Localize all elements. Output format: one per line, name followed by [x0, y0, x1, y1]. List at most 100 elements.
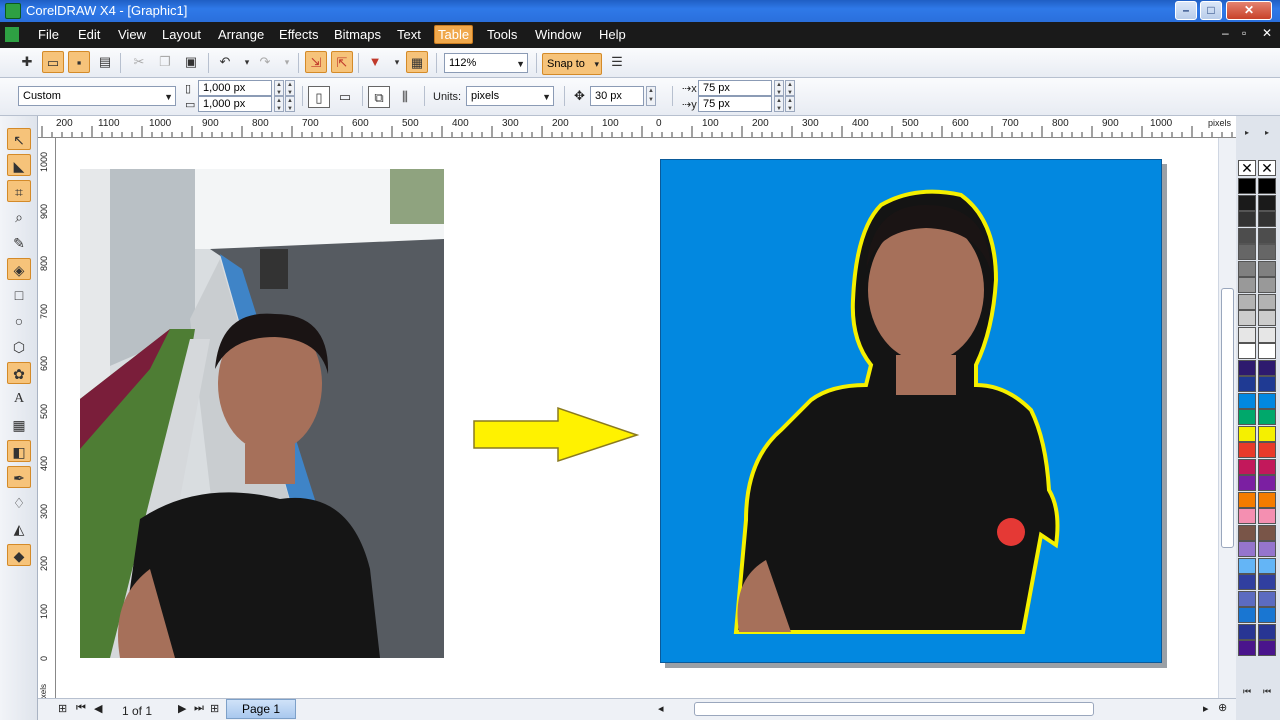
minimize-button[interactable]: – — [1175, 1, 1197, 20]
color-swatch[interactable] — [1258, 475, 1276, 491]
duplicate-x-arrow[interactable]: ▲ ▼ — [785, 80, 795, 96]
menu-view[interactable]: View — [118, 27, 146, 42]
color-swatch[interactable] — [1258, 623, 1276, 640]
paste-icon[interactable]: ▣ — [180, 51, 202, 73]
menu-tools[interactable]: Tools — [487, 27, 517, 42]
import-icon[interactable]: ⇲ — [305, 51, 327, 73]
page-width-lock[interactable]: ▲ ▼ — [285, 80, 295, 96]
all-pages-icon[interactable]: ⧉ — [368, 86, 390, 108]
duplicate-x-spinner[interactable]: ▲ ▼ — [774, 80, 784, 96]
color-swatch[interactable] — [1258, 640, 1276, 656]
outline-pen-tool-icon[interactable]: ♢ — [7, 492, 31, 514]
color-swatch[interactable] — [1238, 640, 1256, 656]
menu-table[interactable]: Table — [434, 25, 474, 44]
undo-icon[interactable]: ↶ — [214, 51, 236, 73]
pick-tool-icon[interactable]: ↖ — [7, 128, 31, 150]
vertical-scrollbar[interactable] — [1218, 138, 1236, 698]
page-width-spinner[interactable]: ▲ ▼ — [274, 80, 284, 96]
color-swatch[interactable] — [1258, 326, 1276, 343]
color-swatch[interactable] — [1238, 277, 1256, 293]
previous-page-icon[interactable]: ◀ — [94, 702, 102, 715]
color-swatch[interactable] — [1238, 178, 1256, 194]
color-swatch[interactable] — [1238, 260, 1256, 277]
interactive-fill-tool-icon[interactable]: ◆ — [7, 544, 31, 566]
page-height-lock[interactable]: ▲ ▼ — [285, 96, 295, 112]
cut-icon[interactable]: ✂ — [128, 51, 150, 73]
eyedropper-tool-icon[interactable]: ✒ — [7, 466, 31, 488]
color-swatch[interactable] — [1238, 508, 1256, 524]
color-swatch[interactable] — [1238, 623, 1256, 640]
color-swatch[interactable] — [1258, 178, 1276, 194]
application-launcher-icon[interactable]: ▼ — [364, 51, 386, 73]
color-swatch[interactable] — [1258, 359, 1276, 376]
doc-close-button[interactable]: ✕ — [1262, 26, 1272, 40]
scrollbar-thumb[interactable] — [1221, 288, 1234, 548]
color-swatch[interactable] — [1258, 343, 1276, 359]
color-swatch[interactable] — [1238, 574, 1256, 590]
color-swatch[interactable] — [1258, 524, 1276, 541]
first-page-icon[interactable]: ⏮ — [76, 702, 86, 715]
color-swatch[interactable] — [1258, 409, 1276, 425]
fill-tool-icon[interactable]: ◭ — [7, 518, 31, 540]
units-dropdown[interactable]: pixels ▼ — [466, 86, 554, 106]
scroll-right-icon[interactable]: ▸ — [1203, 702, 1209, 715]
basic-shapes-tool-icon[interactable]: ✿ — [7, 362, 31, 384]
menu-effects[interactable]: Effects — [279, 27, 319, 42]
freehand-tool-icon[interactable]: ✎ — [7, 232, 31, 254]
redo-dropdown-icon[interactable]: ▾ — [276, 51, 298, 73]
color-swatch[interactable] — [1238, 524, 1256, 541]
color-swatch[interactable] — [1238, 409, 1256, 425]
color-swatch[interactable] — [1238, 343, 1256, 359]
menu-edit[interactable]: Edit — [78, 27, 100, 42]
coreldraw-app-icon[interactable] — [5, 3, 21, 19]
page-height-input[interactable]: 1,000 px — [198, 96, 272, 112]
redo-icon[interactable]: ↷ — [254, 51, 276, 73]
document-icon[interactable] — [5, 27, 19, 42]
palette-expand-icon[interactable]: ⏮ — [1260, 684, 1274, 698]
horizontal-scrollbar[interactable]: ◂ ▸ — [658, 702, 1218, 717]
color-swatch[interactable] — [1238, 293, 1256, 310]
duplicate-y-spinner[interactable]: ▲ ▼ — [774, 96, 784, 112]
color-swatch[interactable] — [1238, 376, 1256, 392]
duplicate-y-input[interactable]: 75 px — [698, 96, 772, 112]
color-swatch[interactable] — [1238, 458, 1256, 475]
page-width-input[interactable]: 1,000 px — [198, 80, 272, 96]
color-swatch[interactable] — [1258, 590, 1276, 607]
palette-expand-icon[interactable]: ⏮ — [1240, 684, 1254, 698]
color-swatch[interactable] — [1238, 557, 1256, 574]
zoom-tool-icon[interactable]: ⌕ — [7, 206, 31, 228]
color-swatch[interactable] — [1258, 607, 1276, 623]
color-swatch[interactable] — [1258, 277, 1276, 293]
save-icon[interactable]: ▪ — [68, 51, 90, 73]
smart-fill-tool-icon[interactable]: ◈ — [7, 258, 31, 280]
color-swatch[interactable] — [1258, 376, 1276, 392]
export-icon[interactable]: ⇱ — [331, 51, 353, 73]
color-swatch[interactable] — [1258, 442, 1276, 458]
palette-scroll-up-icon[interactable]: ▸ — [1240, 126, 1254, 140]
open-folder-icon[interactable]: ▭ — [42, 51, 64, 73]
menu-bitmaps[interactable]: Bitmaps — [334, 27, 381, 42]
shape-tool-icon[interactable]: ◣ — [7, 154, 31, 176]
polygon-tool-icon[interactable]: ⬡ — [7, 336, 31, 358]
welcome-screen-icon[interactable]: ▦ — [406, 51, 428, 73]
color-swatch[interactable] — [1238, 590, 1256, 607]
original-photo[interactable] — [80, 169, 444, 658]
color-swatch[interactable] — [1238, 392, 1256, 409]
color-swatch[interactable] — [1258, 508, 1276, 524]
next-page-icon[interactable]: ▶ — [178, 702, 186, 715]
color-swatch[interactable] — [1238, 442, 1256, 458]
nudge-spinner[interactable]: ▲ ▼ — [646, 86, 656, 106]
launcher-dropdown-icon[interactable]: ▾ — [386, 51, 408, 73]
duplicate-x-input[interactable]: 75 px — [698, 80, 772, 96]
color-swatch[interactable] — [1258, 425, 1276, 442]
menu-arrange[interactable]: Arrange — [218, 27, 264, 42]
last-page-icon[interactable]: ⏭ — [194, 702, 204, 715]
portrait-icon[interactable]: ▯ — [308, 86, 330, 108]
color-swatch[interactable] — [1238, 194, 1256, 211]
color-swatch[interactable] — [1238, 310, 1256, 326]
color-swatch[interactable] — [1258, 194, 1276, 211]
copy-icon[interactable]: ❐ — [154, 51, 176, 73]
color-swatch[interactable] — [1258, 458, 1276, 475]
color-swatch[interactable] — [1258, 557, 1276, 574]
color-swatch[interactable] — [1238, 607, 1256, 623]
